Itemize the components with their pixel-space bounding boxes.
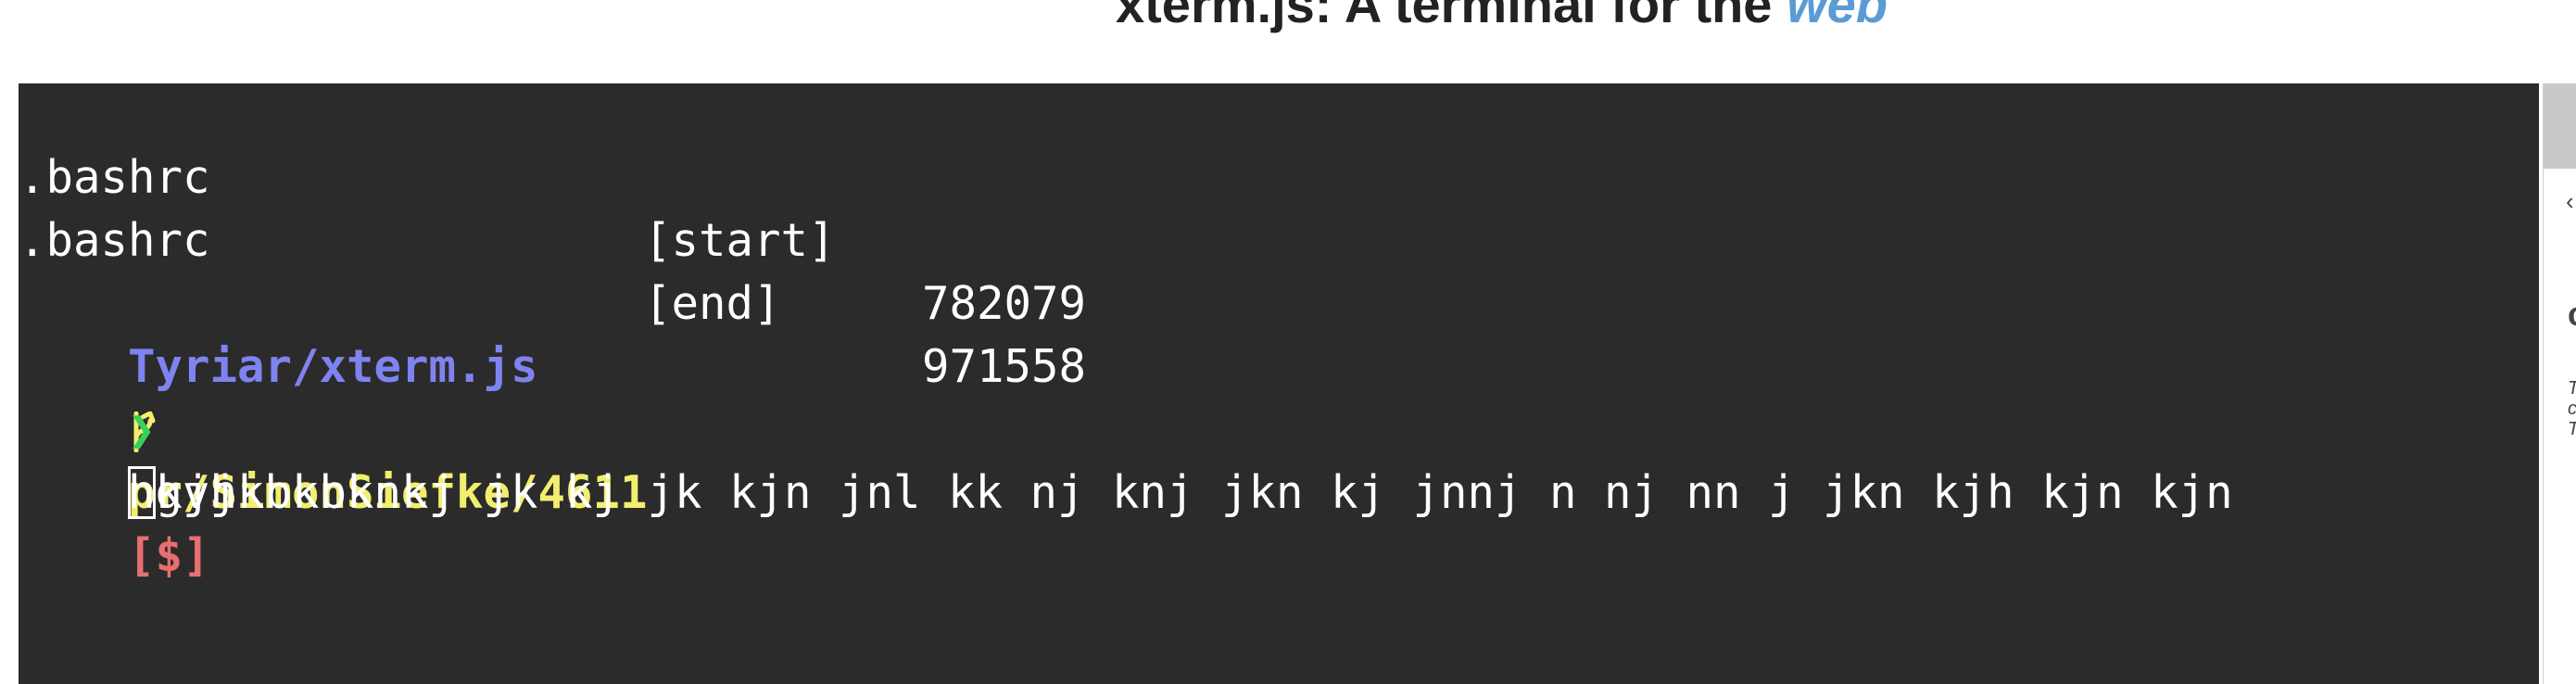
line-filename: .bashrc (19, 214, 210, 267)
command-input-wrap[interactable]: kjh (128, 466, 238, 519)
terminal-line: .bashrc [end] 971558 (19, 146, 1086, 393)
right-panel: ‹ c T c T (2543, 83, 2576, 684)
panel-glyph: c (2568, 295, 2576, 334)
scrollbar-thumb[interactable] (2544, 83, 2576, 169)
terminal-line: .bashrc [start] 782079 (19, 83, 1086, 330)
git-status-badge: [$] (128, 529, 210, 582)
page-title-text: xterm.js: A terminal for the (1116, 0, 1787, 33)
line-value: 782079 (922, 277, 1087, 330)
panel-glyph: T (2568, 378, 2576, 399)
line-tag: [start] (644, 214, 836, 267)
prompt-line: Tyriar/xterm.js pr/SimonSiefke/4611 [$] (19, 272, 648, 582)
command-input[interactable]: gvjkbkbknkj jk kj jk kjn jnl kk nj knj j… (156, 466, 2233, 519)
page-title-accent: web (1787, 0, 1888, 33)
input-wrap-line[interactable]: kjh (19, 399, 238, 519)
page-title: xterm.js: A terminal for the web (1116, 0, 1888, 37)
panel-glyph: c (2568, 399, 2576, 419)
line-tag: [end] (644, 277, 781, 330)
input-line[interactable]: ❯ hgvjkbkbknkj jk kj jk kjn jnl kk nj kn… (19, 336, 2233, 519)
panel-glyph: T (2568, 419, 2576, 440)
terminal-viewport[interactable]: .bashrc [start] 782079 .bashrc [end] 971… (19, 83, 2539, 684)
panel-glyph: ‹ (2566, 187, 2574, 215)
